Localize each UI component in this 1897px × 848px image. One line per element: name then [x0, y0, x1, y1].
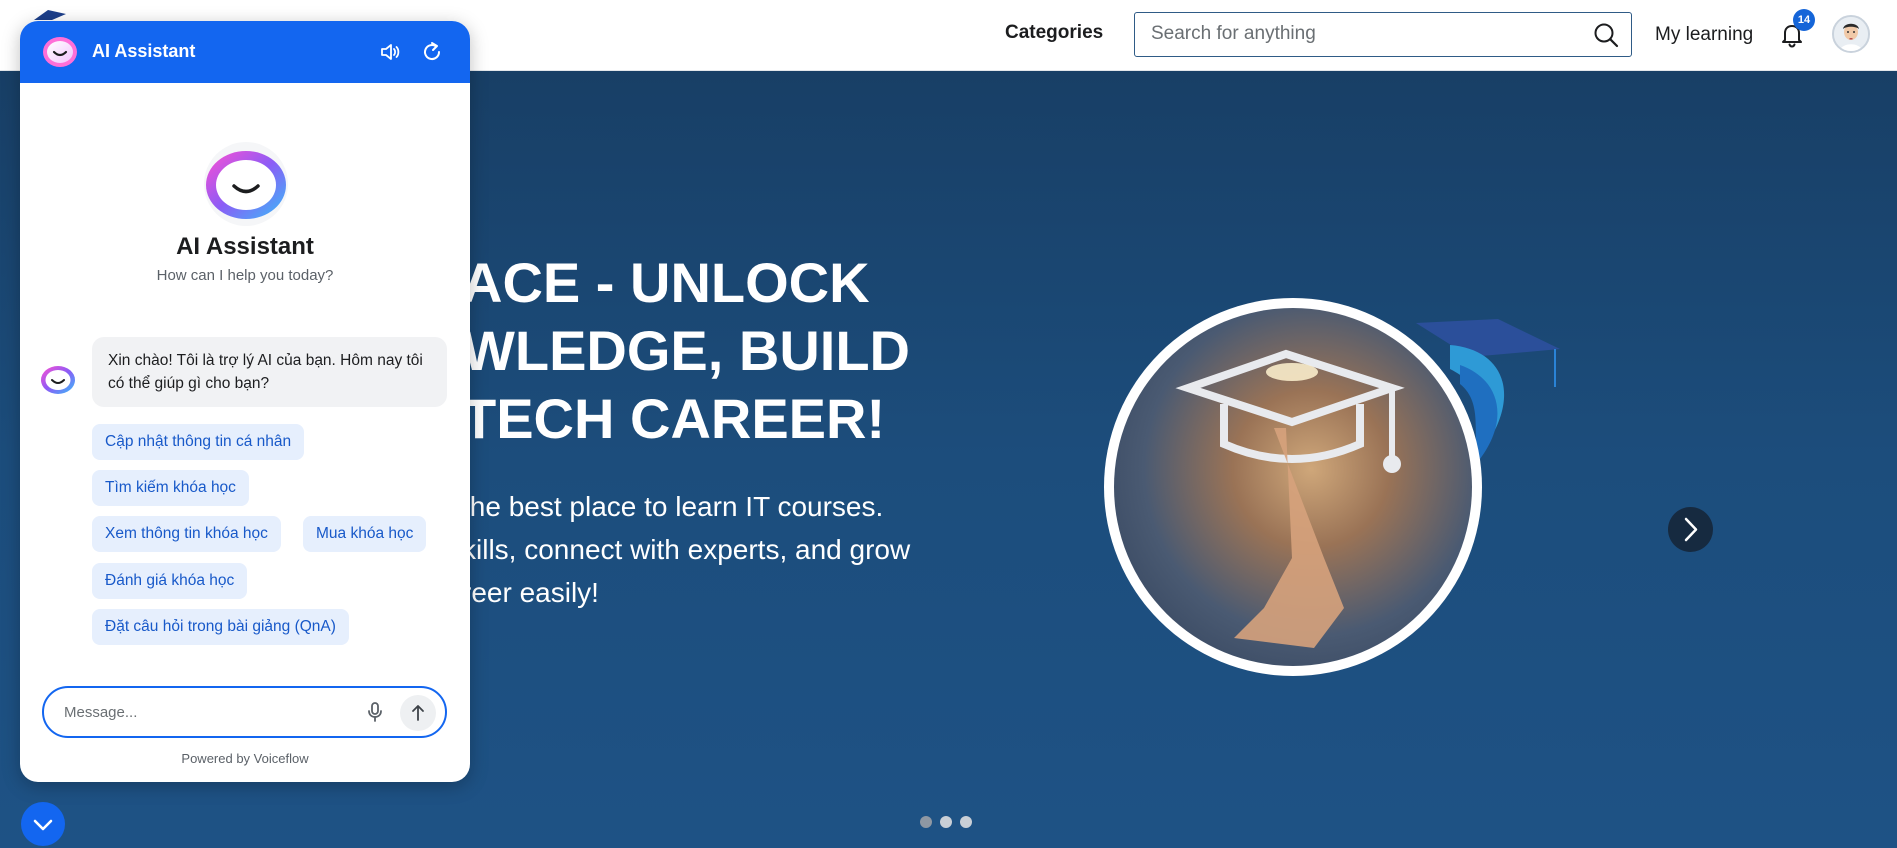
- message-input[interactable]: [64, 688, 364, 736]
- chat-header-title: AI Assistant: [92, 41, 196, 61]
- categories-menu[interactable]: Categories: [1005, 22, 1103, 44]
- carousel-dot-1[interactable]: [920, 816, 932, 828]
- chat-intro-subtitle: How can I help you today?: [156, 267, 334, 284]
- speaker-icon[interactable]: [378, 40, 402, 64]
- chat-toggle-button[interactable]: [21, 802, 65, 846]
- chip-lecture-qna[interactable]: Đặt câu hỏi trong bài giảng (QnA): [92, 609, 349, 645]
- hero-title: ACE - UNLOCK WLEDGE, BUILD TECH CAREER!: [462, 251, 910, 450]
- chevron-right-icon: [1684, 517, 1698, 542]
- chip-update-profile[interactable]: Cập nhật thông tin cá nhân: [92, 424, 305, 460]
- chat-intro-title: AI Assistant: [176, 233, 314, 260]
- powered-by-label: Powered by Voiceflow: [181, 751, 309, 766]
- graduation-cap-icon: [1175, 349, 1405, 648]
- site-logo-icon: [34, 10, 66, 20]
- message-composer: [42, 686, 447, 738]
- chip-review-course[interactable]: Đánh giá khóa học: [92, 563, 248, 599]
- search-icon[interactable]: [1593, 22, 1619, 48]
- chat-widget: AI Assistant AI Assistant How can I help…: [20, 21, 470, 782]
- carousel-dot-2[interactable]: [940, 816, 952, 828]
- chip-search-courses[interactable]: Tìm kiếm khóa học: [92, 470, 249, 506]
- chip-buy-course[interactable]: Mua khóa học: [303, 516, 427, 552]
- notification-count-badge: 14: [1793, 9, 1815, 31]
- bot-avatar-icon: [41, 366, 75, 394]
- user-face-icon: [1834, 17, 1868, 51]
- carousel-dots: [920, 816, 972, 828]
- bot-message: Xin chào! Tôi là trợ lý AI của bạn. Hôm …: [92, 337, 447, 407]
- microphone-icon[interactable]: [364, 701, 386, 723]
- send-button[interactable]: [400, 695, 436, 731]
- chevron-down-icon: [33, 819, 53, 831]
- carousel-dot-3[interactable]: [960, 816, 972, 828]
- chat-header: AI Assistant: [20, 21, 470, 83]
- assistant-logo-icon: [43, 37, 77, 67]
- my-learning-link[interactable]: My learning: [1655, 24, 1753, 46]
- assistant-avatar-icon: [204, 142, 288, 226]
- search-bar: [1134, 12, 1632, 57]
- refresh-icon[interactable]: [420, 40, 444, 64]
- chip-view-course-info[interactable]: Xem thông tin khóa học: [92, 516, 281, 552]
- user-avatar[interactable]: [1832, 15, 1870, 53]
- search-input[interactable]: [1151, 13, 1571, 55]
- arrow-up-icon: [412, 705, 424, 721]
- hero-subtitle: the best place to learn IT courses. kill…: [462, 491, 911, 608]
- hero-image: [1114, 308, 1472, 666]
- carousel-next-button[interactable]: [1668, 507, 1713, 552]
